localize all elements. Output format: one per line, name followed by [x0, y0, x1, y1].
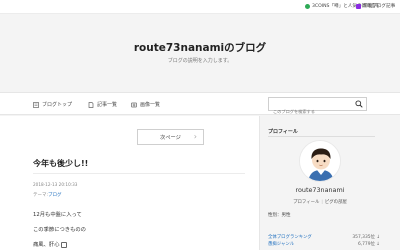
profile-username[interactable]: route73nanami — [261, 186, 379, 194]
nav-item-image-list[interactable]: 画像一覧 — [131, 101, 160, 108]
post-theme-prefix: テーマ: — [33, 193, 49, 198]
profile-heading: プロフィール — [268, 129, 298, 135]
pigg-room-link[interactable]: ピグの部屋 — [325, 200, 347, 205]
blog-search-box — [268, 97, 367, 118]
topbar-new-posts-link[interactable]: 新着ブログ記事 — [356, 3, 395, 9]
link-separator: | — [321, 200, 323, 205]
blog-nav: ブログトップ 記事一覧 画像一覧 — [0, 92, 400, 118]
blog-title[interactable]: route73nanamiのブログ — [0, 40, 400, 55]
post-body-line: この季節につきものの — [33, 227, 86, 233]
post-body-text: 痛風、肝心 — [33, 242, 60, 248]
news-dot-icon — [305, 3, 310, 9]
post-theme-link[interactable]: ブログ — [48, 193, 62, 198]
nav-item-blog-top[interactable]: ブログトップ — [33, 101, 72, 108]
nav-label-image-list: 画像一覧 — [140, 102, 161, 108]
top-bar: 3COINS「噂」と人気の新商品を 新着ブログ記事 — [0, 0, 400, 14]
emoji-icon — [60, 241, 67, 248]
post-title-divider — [33, 173, 245, 174]
new-posts-icon — [356, 3, 361, 9]
post-theme: テーマ:ブログ — [33, 192, 62, 198]
profile-links: プロフィール | ピグの部屋 — [261, 199, 379, 205]
chevron-right-icon: › — [193, 132, 197, 141]
search-icon[interactable] — [355, 100, 363, 108]
profile-gender: 性別：男性 — [268, 213, 291, 218]
ranking-row-genre: 愚痴ジャンル 6,779位 ↓ — [268, 241, 380, 247]
post-body-line-with-emoji: 痛風、肝心 — [33, 240, 67, 248]
nav-label-article-list: 記事一覧 — [97, 102, 118, 108]
sidebar: プロフィール route73nanami プロフィール | ピグの部屋 性別：男性 … — [261, 116, 400, 250]
avatar[interactable] — [299, 140, 341, 182]
profile-link[interactable]: プロフィール — [293, 200, 319, 205]
post-body-line: 12月も中盤に入って — [33, 212, 82, 218]
topbar-new-posts-label: 新着ブログ記事 — [363, 4, 396, 9]
nav-item-article-list[interactable]: 記事一覧 — [88, 101, 117, 108]
ranking-value-genre: 6,779位 ↓ — [357, 242, 380, 247]
next-page-label: 次ページ — [160, 134, 181, 141]
blog-top-icon — [33, 101, 39, 108]
ranking-label-overall[interactable]: 全体ブログランキング — [268, 235, 312, 240]
ranking-row-overall: 全体ブログランキング 357,335位 ↓ — [268, 234, 380, 240]
profile-heading-divider — [268, 136, 375, 137]
post-date: 2018-12-13 20:10:33 — [33, 182, 78, 187]
ranking-value-overall: 357,335位 ↓ — [352, 235, 380, 240]
next-page-button[interactable]: 次ページ › — [137, 129, 204, 145]
ranking-label-genre[interactable]: 愚痴ジャンル — [268, 242, 294, 247]
main-content: 次ページ › 今年も後少し!! 2018-12-13 20:10:33 テーマ:… — [0, 116, 260, 250]
nav-label-blog-top: ブログトップ — [42, 102, 73, 108]
article-list-icon — [88, 101, 94, 108]
avatar-illustration-icon — [300, 141, 340, 181]
blog-description: ブログの説明を入力します。 — [167, 58, 233, 64]
image-list-icon — [131, 102, 137, 107]
post-title[interactable]: 今年も後少し!! — [33, 158, 88, 169]
